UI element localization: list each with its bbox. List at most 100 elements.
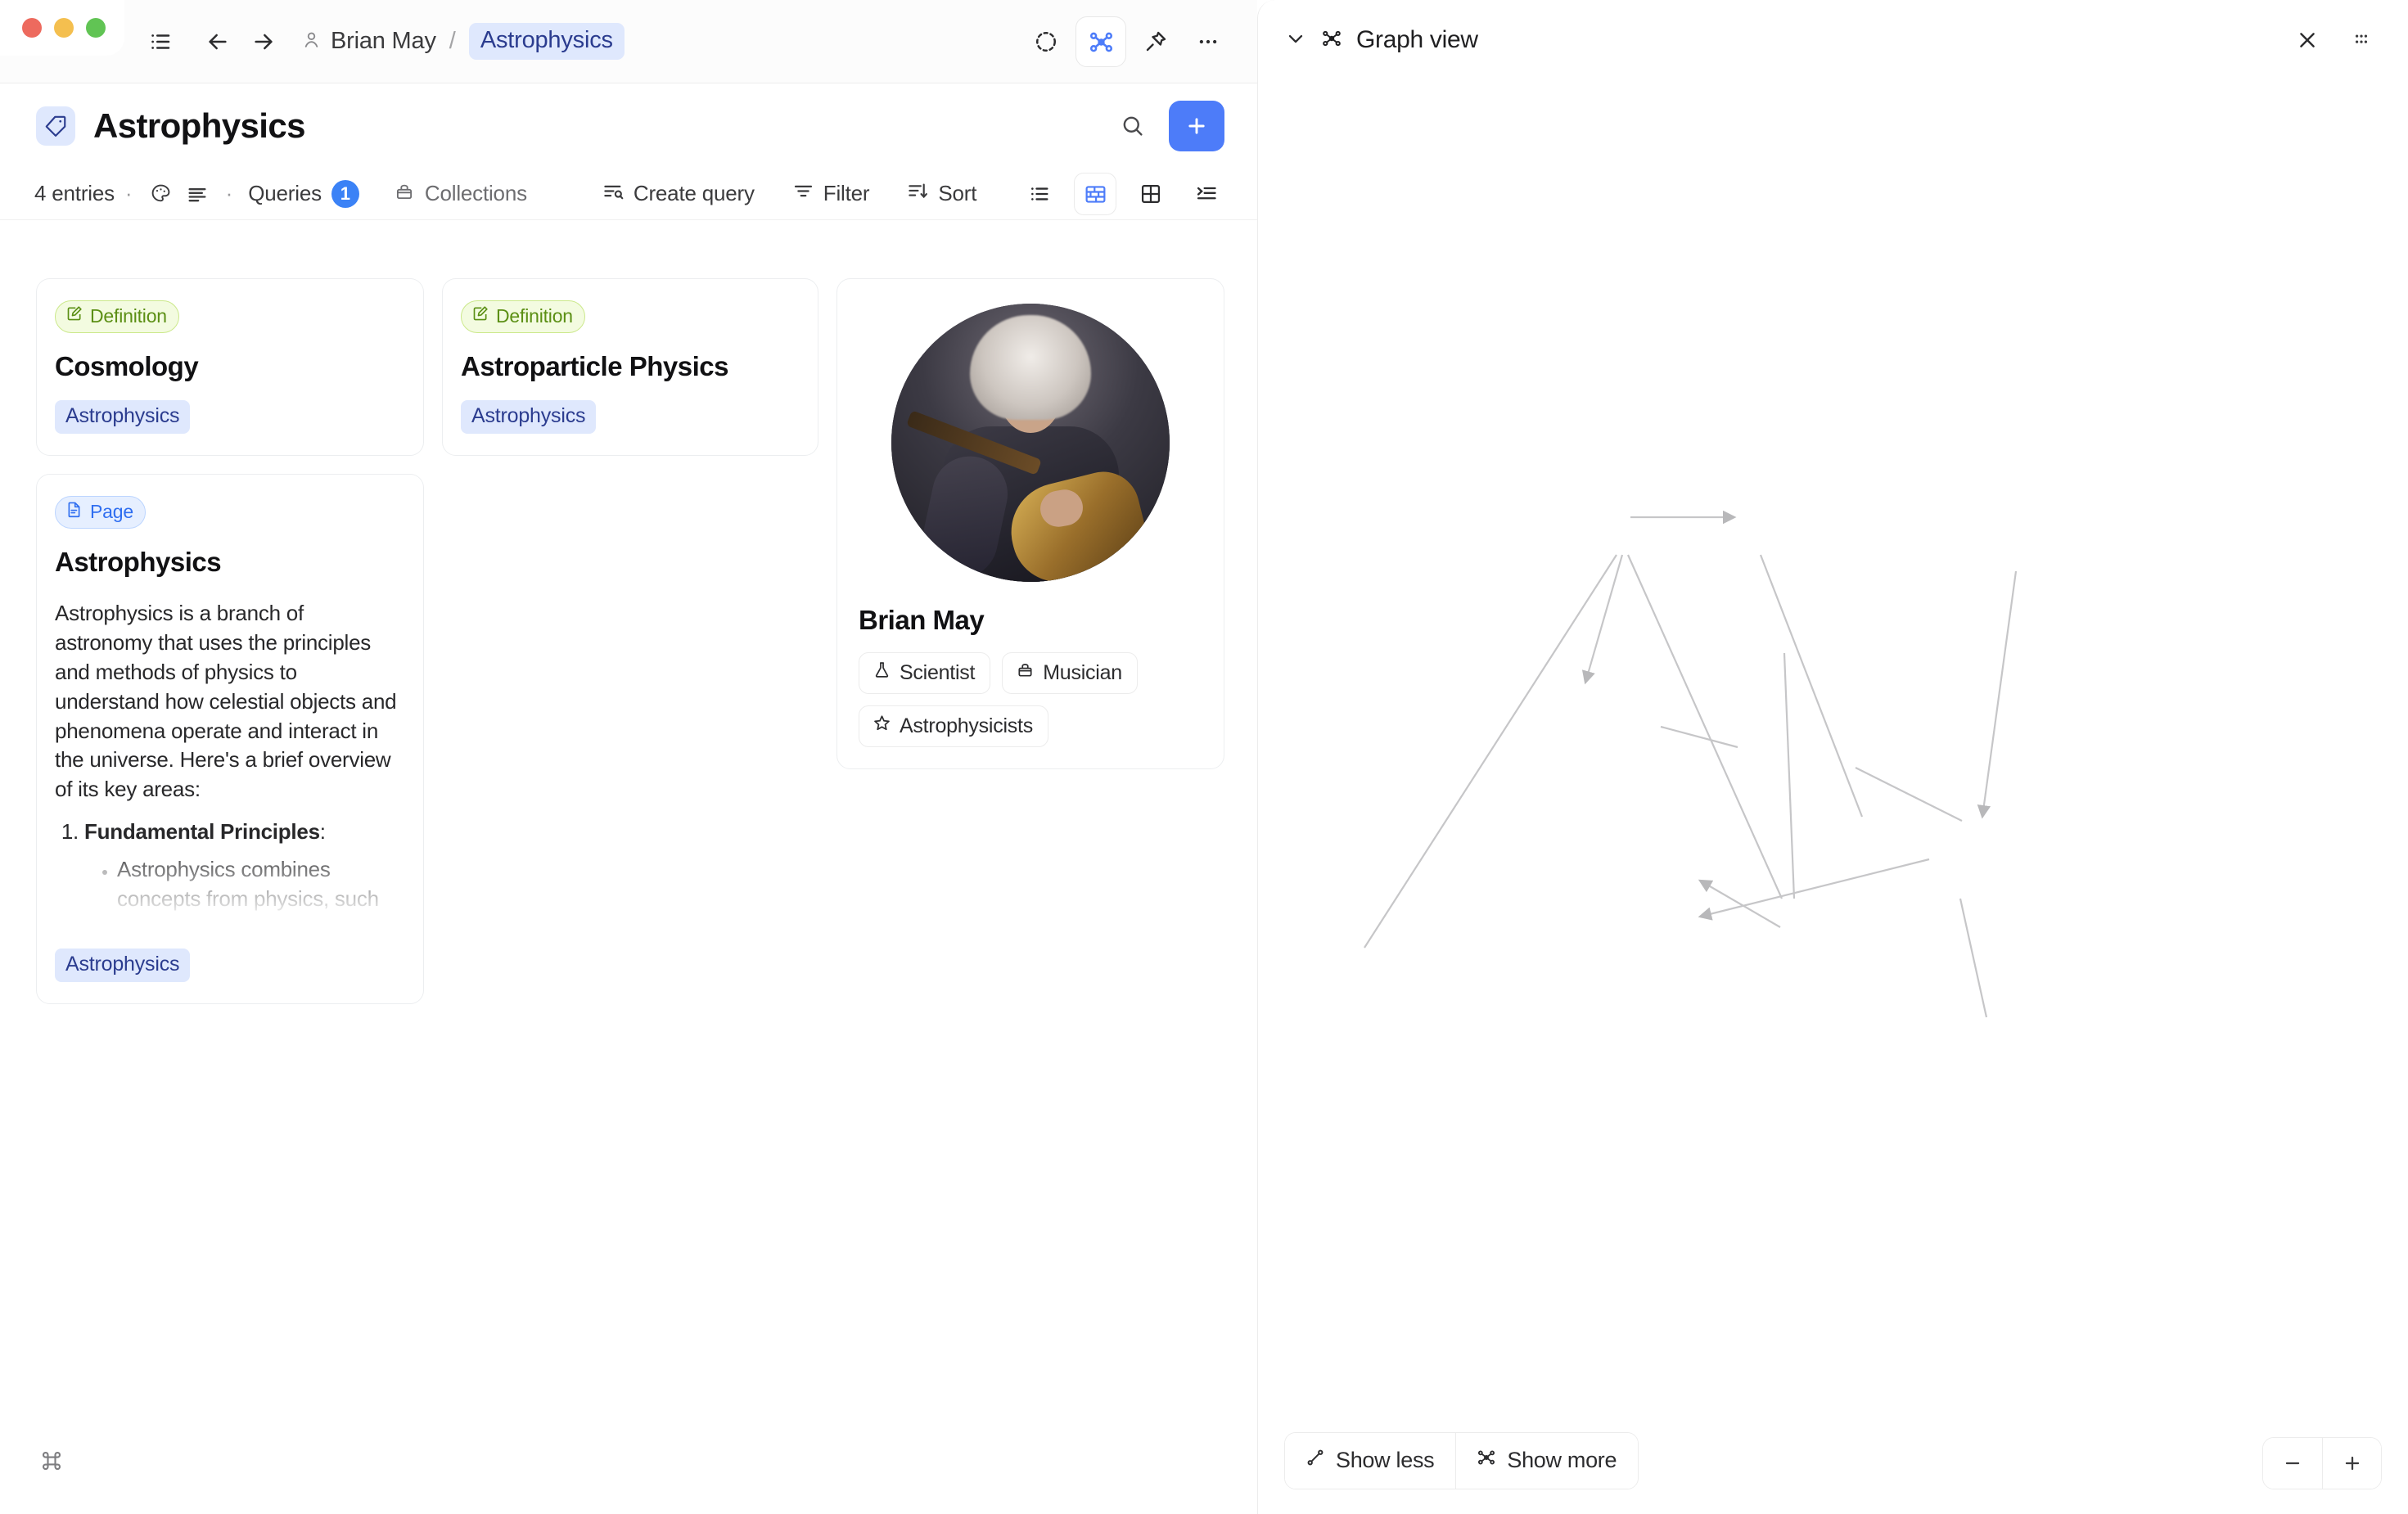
entries-toolbar: 4 entries · · Queries 1 Collections Crea…	[0, 168, 1257, 220]
search-icon[interactable]	[1110, 104, 1154, 148]
card-ref-tag[interactable]: Astrophysics	[461, 400, 597, 434]
cards-column-1: Definition Cosmology Astrophysics Page A…	[36, 278, 424, 1004]
view-mode-switcher	[1018, 168, 1228, 220]
type-badge-label: Definition	[90, 305, 167, 327]
star-icon	[873, 714, 891, 738]
pin-icon[interactable]	[1133, 19, 1179, 65]
person-tag-label: Astrophysicists	[900, 714, 1033, 737]
sidebar-toggle-button[interactable]	[138, 19, 183, 65]
breadcrumb-user[interactable]: Brian May	[301, 28, 436, 55]
show-more-label: Show more	[1507, 1448, 1617, 1472]
sort-button[interactable]: Sort	[907, 180, 976, 208]
graph-canvas[interactable]: Astrophysics Astroparticle Physi...	[1258, 80, 2408, 1514]
queries-count-badge: 1	[331, 179, 359, 208]
graph-zoom-controls	[2262, 1437, 2382, 1489]
entries-cards-area: Definition Cosmology Astrophysics Page A…	[0, 221, 1257, 1440]
card-astrophysics-page[interactable]: Page Astrophysics Astrophysics is a bran…	[36, 474, 424, 1004]
toolbar-dot-2: ·	[225, 181, 233, 205]
plus-icon[interactable]	[2322, 1438, 2381, 1489]
nav-left-group: Brian May / Astrophysics	[138, 19, 625, 65]
show-more-button[interactable]: Show more	[1455, 1433, 1639, 1489]
breadcrumb-current[interactable]: Astrophysics	[468, 23, 625, 60]
card-ref-tag[interactable]: Astrophysics	[55, 400, 191, 434]
person-tag-musician[interactable]: Musician	[1002, 652, 1138, 694]
sort-label: Sort	[938, 181, 977, 205]
collections-button[interactable]: Collections	[394, 181, 527, 206]
avatar	[891, 304, 1170, 582]
document-icon	[65, 501, 83, 523]
card-ref-tag[interactable]: Astrophysics	[55, 949, 191, 982]
cards-column-2: Definition Astroparticle Physics Astroph…	[442, 278, 818, 456]
close-icon[interactable]	[2286, 19, 2329, 61]
text-lines-icon[interactable]	[179, 176, 215, 212]
list-item: Astrophysics combines concepts from phys…	[117, 855, 402, 930]
nav-right-group	[1023, 0, 1231, 83]
back-button[interactable]	[195, 19, 241, 65]
breadcrumb-separator: /	[449, 28, 456, 54]
create-query-label: Create query	[633, 181, 755, 205]
card-brian-may[interactable]: Brian May Scientist Musician Astrophysic…	[836, 278, 1224, 769]
breadcrumb-user-label: Brian May	[331, 28, 436, 54]
graph-header-actions	[2286, 0, 2383, 80]
cards-column-3: Brian May Scientist Musician Astrophysic…	[836, 278, 1224, 769]
edit-note-icon	[471, 305, 489, 327]
palette-icon[interactable]	[143, 176, 179, 212]
filter-icon	[792, 180, 814, 208]
card-ordered-list: Fundamental Principles: Astrophysics com…	[84, 818, 402, 930]
top-navigation-bar: Brian May / Astrophysics	[0, 0, 1257, 83]
graph-view-panel: Graph view Show less Show more	[1257, 0, 2408, 1514]
queries-button[interactable]: Queries 1	[248, 179, 359, 208]
minimize-window-button[interactable]	[54, 18, 74, 38]
person-name: Brian May	[859, 605, 985, 635]
more-horizontal-icon[interactable]	[1185, 19, 1231, 65]
forward-button[interactable]	[241, 19, 286, 65]
graph-icon	[1476, 1447, 1497, 1474]
minus-icon[interactable]	[2263, 1438, 2322, 1489]
outline-view-icon[interactable]	[1185, 173, 1228, 215]
card-intro-text: Astrophysics is a branch of astronomy th…	[55, 601, 397, 802]
graph-panel-header: Graph view	[1258, 0, 2408, 80]
graph-view-toggle-button[interactable]	[1075, 16, 1126, 67]
sort-icon	[907, 180, 929, 208]
dashed-circle-icon[interactable]	[1023, 19, 1069, 65]
close-window-button[interactable]	[22, 18, 42, 38]
page-title: Astrophysics	[93, 106, 305, 145]
chevron-down-icon[interactable]	[1284, 27, 1307, 54]
type-badge-page: Page	[55, 496, 146, 529]
toolbar-dot-1: ·	[124, 181, 133, 205]
entries-count-label: 4 entries	[34, 181, 115, 205]
maximize-window-button[interactable]	[86, 18, 106, 38]
graph-edges	[1364, 510, 2018, 1018]
show-less-button[interactable]: Show less	[1285, 1433, 1456, 1489]
main-content-pane: Brian May / Astrophysics Astrophysics 4 …	[0, 0, 1257, 1514]
card-astroparticle-physics[interactable]: Definition Astroparticle Physics Astroph…	[442, 278, 818, 456]
card-bullet-list: Astrophysics combines concepts from phys…	[117, 855, 402, 930]
card-title: Astrophysics	[55, 547, 222, 577]
person-icon	[301, 29, 322, 54]
person-tag-astrophysicists[interactable]: Astrophysicists	[859, 705, 1048, 747]
masonry-view-icon[interactable]	[1074, 173, 1116, 215]
collections-label: Collections	[424, 181, 527, 205]
drag-dots-icon[interactable]	[2340, 19, 2383, 61]
type-badge-definition: Definition	[55, 300, 179, 333]
type-badge-label: Page	[90, 501, 133, 522]
filter-button[interactable]: Filter	[792, 180, 870, 208]
add-entry-button[interactable]	[1169, 100, 1224, 151]
command-icon[interactable]	[34, 1444, 69, 1478]
toolbar-actions: Create query Filter Sort	[602, 180, 976, 208]
grid-view-icon[interactable]	[1130, 173, 1172, 215]
person-tag-scientist[interactable]: Scientist	[859, 652, 991, 694]
card-cosmology[interactable]: Definition Cosmology Astrophysics	[36, 278, 424, 456]
person-tag-label: Musician	[1043, 660, 1122, 684]
filter-label: Filter	[823, 181, 870, 205]
breadcrumb: Brian May / Astrophysics	[301, 23, 625, 60]
list-item-colon: :	[319, 819, 326, 845]
create-query-icon	[602, 180, 625, 208]
create-query-button[interactable]: Create query	[602, 180, 755, 208]
edit-note-icon	[65, 305, 83, 327]
card-title: Cosmology	[55, 351, 199, 381]
list-item-lead: Fundamental Principles	[84, 819, 320, 845]
graph-icon	[1320, 27, 1343, 54]
list-view-icon[interactable]	[1018, 173, 1061, 215]
card-title: Astroparticle Physics	[461, 351, 728, 381]
